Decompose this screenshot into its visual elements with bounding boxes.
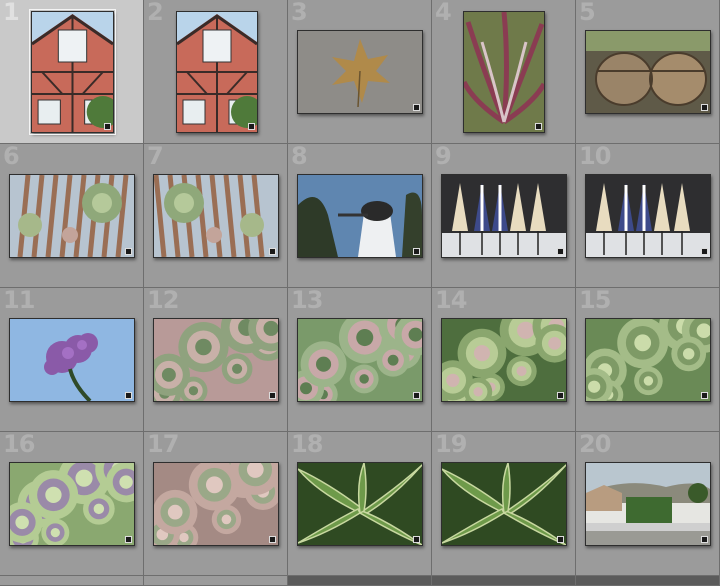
photo-thumbnail[interactable] (441, 318, 567, 402)
grid-cell-partial (432, 576, 576, 586)
edit-badge-icon (557, 536, 564, 543)
edit-badge-icon (557, 392, 564, 399)
grid-cell[interactable]: 18 (288, 432, 432, 576)
filmstrip-grid: 1 2 3 4 5 6 7 8 9 10 11 12 13 14 15 16 17 18 1… (0, 0, 720, 586)
cell-index-number: 11 (3, 288, 35, 314)
grid-cell[interactable]: 12 (144, 288, 288, 432)
cell-index-number: 1 (3, 0, 20, 26)
photo-thumbnail[interactable] (9, 174, 135, 258)
grid-cell[interactable]: 3 (288, 0, 432, 144)
grid-cell[interactable]: 14 (432, 288, 576, 432)
edit-badge-icon (125, 536, 132, 543)
photo-thumbnail[interactable] (9, 318, 135, 402)
cell-index-number: 19 (435, 432, 467, 458)
edit-badge-icon (104, 123, 111, 130)
grid-cell[interactable]: 20 (576, 432, 720, 576)
photo-thumbnail[interactable] (29, 9, 116, 135)
cell-index-number: 13 (291, 288, 323, 314)
grid-cell[interactable]: 13 (288, 288, 432, 432)
grid-cell[interactable]: 9 (432, 144, 576, 288)
edit-badge-icon (269, 392, 276, 399)
grid-cell[interactable]: 16 (0, 432, 144, 576)
cell-index-number: 17 (147, 432, 179, 458)
grid-cell-partial (0, 576, 144, 586)
edit-badge-icon (269, 248, 276, 255)
edit-badge-icon (413, 536, 420, 543)
cell-index-number: 18 (291, 432, 323, 458)
photo-thumbnail[interactable] (297, 174, 423, 258)
cell-index-number: 15 (579, 288, 611, 314)
photo-thumbnail[interactable] (153, 174, 279, 258)
photo-thumbnail[interactable] (9, 462, 135, 546)
edit-badge-icon (701, 104, 708, 111)
photo-thumbnail[interactable] (585, 462, 711, 546)
edit-badge-icon (701, 536, 708, 543)
grid-cell[interactable]: 2 (144, 0, 288, 144)
cell-index-number: 5 (579, 0, 596, 26)
edit-badge-icon (413, 248, 420, 255)
photo-thumbnail[interactable] (585, 318, 711, 402)
photo-thumbnail[interactable] (153, 462, 279, 546)
edit-badge-icon (701, 392, 708, 399)
edit-badge-icon (269, 536, 276, 543)
photo-thumbnail[interactable] (153, 318, 279, 402)
edit-badge-icon (248, 123, 255, 130)
cell-index-number: 8 (291, 144, 308, 170)
edit-badge-icon (413, 392, 420, 399)
photo-thumbnail[interactable] (441, 462, 567, 546)
grid-cell[interactable]: 7 (144, 144, 288, 288)
photo-thumbnail[interactable] (463, 11, 545, 133)
cell-index-number: 2 (147, 0, 164, 26)
grid-cell[interactable]: 4 (432, 0, 576, 144)
cell-index-number: 6 (3, 144, 20, 170)
grid-cell[interactable]: 1 (0, 0, 144, 144)
cell-index-number: 3 (291, 0, 308, 26)
grid-cell[interactable]: 11 (0, 288, 144, 432)
grid-cell[interactable]: 17 (144, 432, 288, 576)
grid-cell-partial (576, 576, 720, 586)
photo-thumbnail[interactable] (585, 30, 711, 114)
edit-badge-icon (413, 104, 420, 111)
photo-thumbnail[interactable] (441, 174, 567, 258)
grid-cell-partial (144, 576, 288, 586)
edit-badge-icon (125, 392, 132, 399)
cell-index-number: 12 (147, 288, 179, 314)
cell-index-number: 14 (435, 288, 467, 314)
grid-cell[interactable]: 15 (576, 288, 720, 432)
grid-cell[interactable]: 8 (288, 144, 432, 288)
grid-cell[interactable]: 10 (576, 144, 720, 288)
edit-badge-icon (535, 123, 542, 130)
edit-badge-icon (557, 248, 564, 255)
cell-index-number: 9 (435, 144, 452, 170)
photo-thumbnail[interactable] (297, 30, 423, 114)
cell-index-number: 7 (147, 144, 164, 170)
cell-index-number: 10 (579, 144, 611, 170)
cell-index-number: 16 (3, 432, 35, 458)
grid-cell[interactable]: 5 (576, 0, 720, 144)
grid-cell[interactable]: 6 (0, 144, 144, 288)
grid-cell-partial (288, 576, 432, 586)
photo-thumbnail[interactable] (297, 318, 423, 402)
grid-cell[interactable]: 19 (432, 432, 576, 576)
photo-thumbnail[interactable] (176, 11, 258, 133)
photo-thumbnail[interactable] (297, 462, 423, 546)
edit-badge-icon (701, 248, 708, 255)
edit-badge-icon (125, 248, 132, 255)
cell-index-number: 4 (435, 0, 452, 26)
cell-index-number: 20 (579, 432, 611, 458)
photo-thumbnail[interactable] (585, 174, 711, 258)
